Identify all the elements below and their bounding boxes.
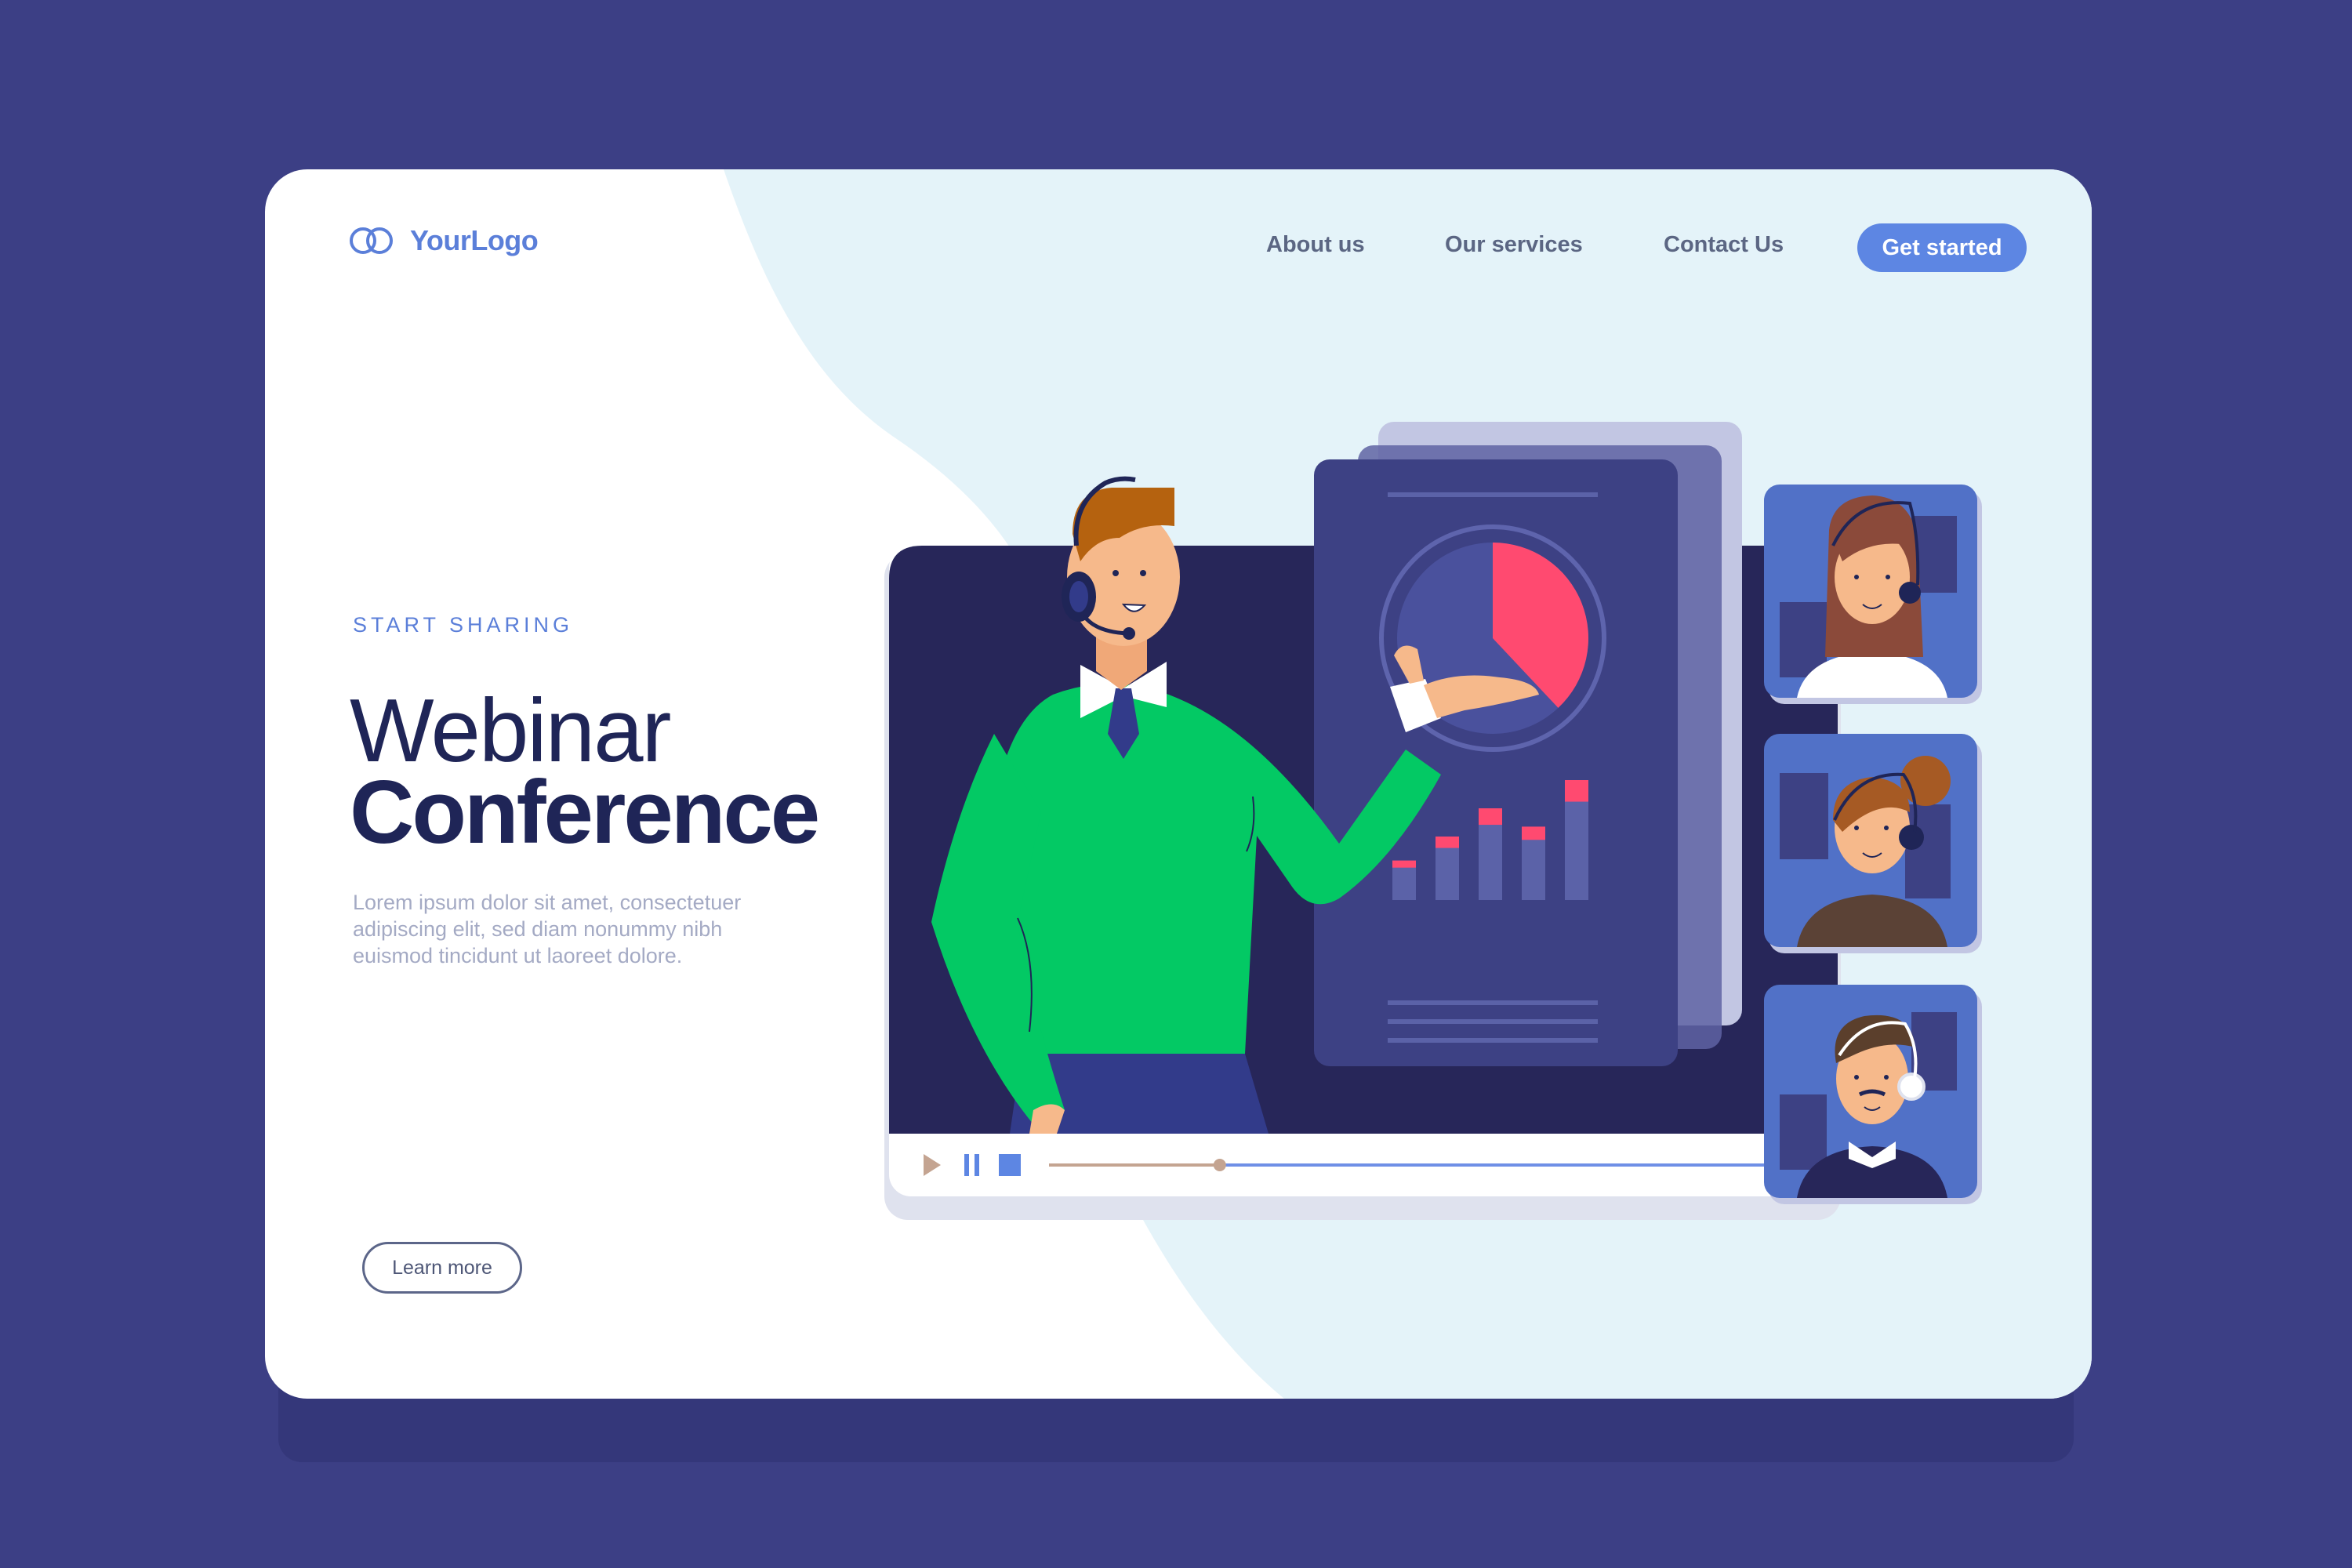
bar-cap-5	[1565, 780, 1588, 802]
stop-icon[interactable]	[999, 1154, 1021, 1176]
bar-cap-4	[1522, 826, 1545, 840]
participant-tile-2[interactable]	[1764, 734, 1982, 953]
landing-card: YourLogo About us Our services Contact U…	[265, 169, 2092, 1399]
webinar-illustration	[884, 422, 1982, 1220]
progress-knob[interactable]	[1213, 1159, 1226, 1171]
presentation-slide	[1314, 422, 1742, 1066]
pause-icon[interactable]	[964, 1154, 969, 1176]
headset-icon	[1899, 582, 1921, 604]
participant-tile-3[interactable]	[1764, 985, 1982, 1204]
participant-tile-1[interactable]	[1764, 485, 1982, 704]
bar-cap-1	[1392, 860, 1416, 868]
bar-cap-2	[1436, 837, 1459, 848]
bar-cap-3	[1479, 808, 1502, 826]
